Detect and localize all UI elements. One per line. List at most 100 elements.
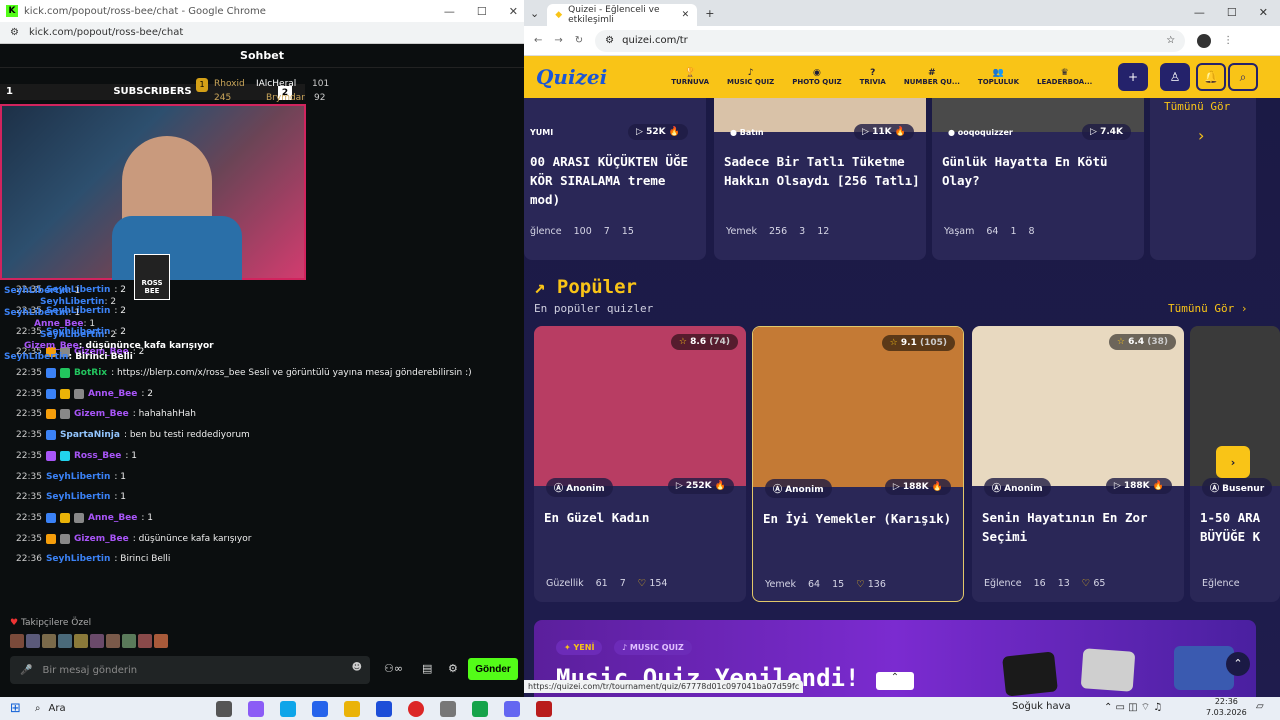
popular-quiz-card[interactable]: ☆ 6.4 (38) Ⓐ Anonim ▷ 188K 🔥 Senin Hayatını… [972,326,1184,602]
message-username[interactable]: Gizem_Bee [74,534,129,544]
close-icon[interactable]: ✕ [1259,6,1268,19]
close-icon[interactable]: ✕ [509,5,518,18]
popular-quiz-card[interactable]: ☆ 8.6 (74) Ⓐ Anonim ▷ 252K 🔥 En Güzel Kadın… [534,326,746,602]
search-icon[interactable]: ⌕ [35,703,41,714]
user-badge-icon [59,533,70,544]
outlook-icon[interactable] [375,700,392,717]
maximize-icon[interactable]: ☐ [1227,6,1237,19]
forward-icon[interactable]: → [554,35,562,46]
emote[interactable] [138,634,152,648]
site-info-icon[interactable]: ⚙ [605,35,614,46]
send-button[interactable]: Gönder [468,658,518,680]
heart-icon: ♡ [637,578,647,589]
back-to-top-button[interactable]: ⌃ [1226,652,1250,676]
quiz-card[interactable]: ● Batın ▷ 11K 🔥 Sadece Bir Tatlı Tüketme… [714,98,926,260]
emoji-icon[interactable]: ☻ [352,662,362,673]
message-username[interactable]: Ross_Bee [74,451,121,461]
tray-icons[interactable]: ⌃ ▭ ◫ ⌔ ♫ [1104,701,1162,714]
search-button[interactable]: ⌕ [1228,63,1258,91]
windows-start-icon[interactable]: ⊞ [10,701,21,716]
carousel-next-button[interactable]: › [1216,446,1250,478]
bookmark-star-icon[interactable]: ☆ [1166,35,1175,46]
rating-votes: (74) [709,337,730,347]
message-username[interactable]: SpartaNinja [60,430,120,440]
emote[interactable] [42,634,56,648]
popular-quiz-card[interactable]: ☆ 9.1 (105) Ⓐ Anonim ▷ 188K 🔥 En İyi Yemekl… [752,326,964,602]
message-username[interactable]: SeyhLibertin [46,472,110,482]
message-username[interactable]: BotRix [74,368,107,378]
tab-close-icon[interactable]: ✕ [682,10,690,20]
quiz-card[interactable]: YUMI ▷ 52K 🔥 00 ARASI KÜÇÜKTEN ÜĞE KÖR S… [524,98,706,260]
ghost-text: : Birinci Belli [68,352,133,362]
message-username[interactable]: SeyhLibertin [46,492,110,502]
notifications-button[interactable]: 🔔 [1196,63,1226,91]
edge-icon[interactable] [279,700,296,717]
emote[interactable] [106,634,120,648]
play-count-value: 188K [902,482,929,492]
weather-label[interactable]: Soğuk hava [1012,701,1071,712]
message-username[interactable]: Anne_Bee [88,513,137,523]
tab-list-icon[interactable]: ⌄ [530,7,539,20]
quiz-card[interactable]: ● ooqoquizzer ▷ 7.4K Günlük Hayatta En K… [932,98,1144,260]
more-menu-icon[interactable]: ⋮ [1223,35,1233,46]
taskbar-search-label[interactable]: Ara [49,703,66,714]
nav-item-trivia[interactable]: ? TRIVIA [860,68,886,86]
mic-icon[interactable]: 🎤 [20,665,32,676]
maximize-icon[interactable]: ☐ [477,5,487,18]
settings-icon[interactable]: ⚙ [448,662,458,675]
nav-item-musicquiz[interactable]: ♪ MUSIC QUIZ [727,68,774,86]
create-quiz-button[interactable]: + [1118,63,1148,91]
emote[interactable] [74,634,88,648]
quizei-logo[interactable]: Quizei [536,65,607,89]
address-bar[interactable]: ⚙ quizei.com/tr ☆ [595,29,1186,52]
explorer-icon[interactable] [343,700,360,717]
top-see-all[interactable]: Tümünü Gör [1164,100,1230,113]
play-count-value: 252K [685,481,712,491]
app-icon[interactable] [439,700,456,717]
emote[interactable] [26,634,40,648]
nav-item-turnuva[interactable]: 🏆 TURNUVA [671,68,709,86]
chrome-icon[interactable] [407,700,424,717]
nav-item-photoquiz[interactable]: ◉ PHOTO QUIZ [792,68,841,86]
emote[interactable] [90,634,104,648]
left-address-bar[interactable]: ⚙ kick.com/popout/ross-bee/chat [0,22,524,44]
tab-quizei[interactable]: ◆ Quizei - Eğlenceli ve etkileşimli ✕ [547,4,698,26]
minimize-icon[interactable]: — [444,5,455,18]
rating-badge: ☆ 6.4 (38) [1108,334,1176,350]
profile-avatar[interactable] [1197,33,1212,48]
message-username[interactable]: SeyhLibertin [46,554,110,564]
task-view-icon[interactable] [215,700,232,717]
emote[interactable] [154,634,168,648]
nav-item-numberqu[interactable]: # NUMBER QU... [904,68,960,86]
message-text: : 1 [114,471,127,482]
profile-button[interactable]: ♙ [1160,63,1190,91]
back-icon[interactable]: ← [534,35,542,46]
emote[interactable] [10,634,24,648]
obs-icon[interactable] [535,700,552,717]
nav-item-leaderboa[interactable]: ♛ LEADERBOA... [1037,68,1092,86]
scroll-up-tab[interactable]: ⌃ [876,672,914,690]
channel-points-icon[interactable]: ⚇∞ [384,662,403,675]
popular-see-all[interactable]: Tümünü Gör › [1168,302,1247,315]
message-time: 22:35 [16,512,42,523]
message-username[interactable]: Anne_Bee [88,389,137,399]
chat-input[interactable]: 🎤 Bir mesaj gönderin ☻ [10,656,370,684]
minimize-icon[interactable]: — [1194,6,1205,19]
emote[interactable] [122,634,136,648]
nav-item-topluluk[interactable]: 👥 TOPLULUK [978,68,1019,86]
webcam-overlay: ROSS BEE [0,104,306,300]
store-icon[interactable]: ▤ [422,662,432,675]
clock[interactable]: 22:36 7.03.2026 [1206,696,1247,718]
app-icon[interactable] [503,700,520,717]
message-username[interactable]: Gizem_Bee [74,409,129,419]
new-tab-icon[interactable]: + [705,7,714,20]
site-settings-icon[interactable]: ⚙ [10,27,19,38]
reload-icon[interactable]: ↻ [575,35,583,46]
store-app-icon[interactable] [311,700,328,717]
notification-center-icon[interactable]: ▱ [1256,701,1264,712]
like-count: 12 [817,226,830,237]
emote[interactable] [58,634,72,648]
copilot-icon[interactable] [247,700,264,717]
spotify-icon[interactable] [471,700,488,717]
see-all-card[interactable]: Tümünü Gör › [1150,98,1256,260]
